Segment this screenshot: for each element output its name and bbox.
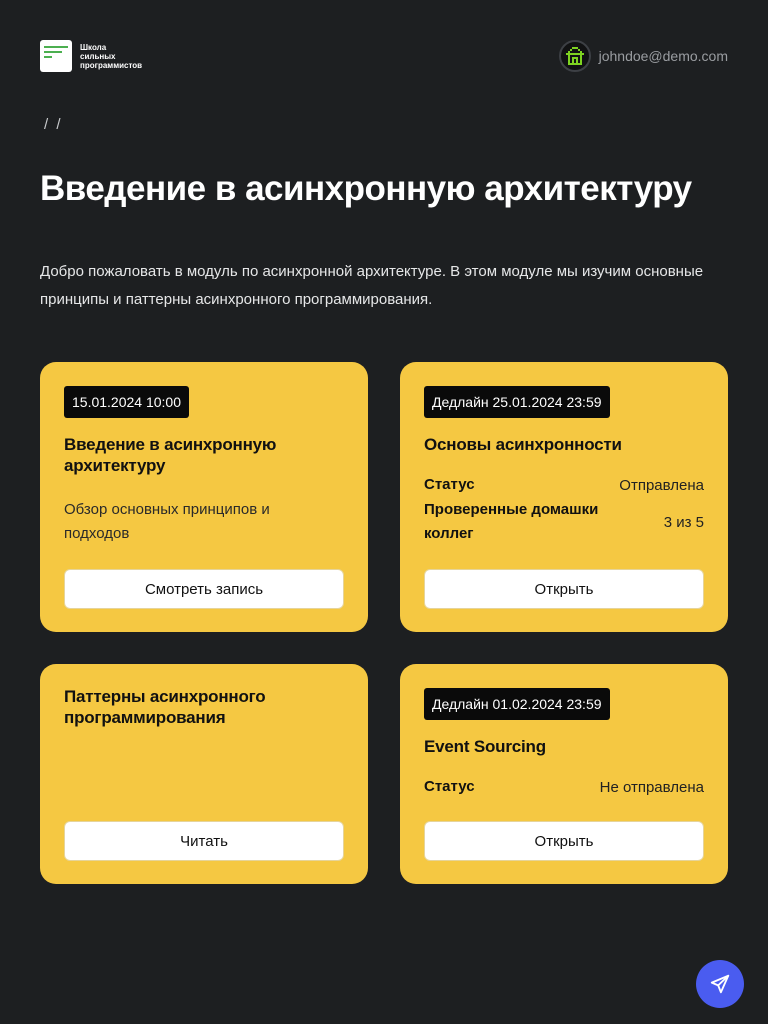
avatar[interactable]	[558, 40, 591, 72]
status-label: Статус	[424, 778, 475, 795]
page-title: Введение в асинхронную архитектуру	[40, 169, 692, 208]
breadcrumb[interactable]: / /	[44, 116, 63, 133]
open-button[interactable]: Открыть	[424, 821, 704, 861]
homework-card: Дедлайн 01.02.2024 23:59 Event Sourcing …	[400, 664, 728, 884]
logo-icon	[40, 40, 72, 72]
telegram-button[interactable]	[696, 960, 744, 1008]
status-value: Отправлена	[619, 476, 704, 494]
pixel-house-icon	[565, 47, 584, 65]
card-title: Event Sourcing	[424, 737, 546, 756]
send-icon	[710, 974, 730, 994]
logo-text: Школа сильных программистов	[80, 42, 143, 70]
status-value: Не отправлена	[599, 778, 704, 796]
deadline-badge: Дедлайн 01.02.2024 23:59	[424, 688, 610, 720]
date-badge: 15.01.2024 10:00	[64, 386, 189, 418]
status-label: Статус	[424, 476, 475, 493]
card-title: Введение в асинхронную архитектуру	[64, 435, 277, 475]
read-button[interactable]: Читать	[64, 821, 344, 861]
card-title: Основы асинхронности	[424, 435, 622, 454]
top-bar: Школа сильных программистов johndoe@demo…	[40, 40, 728, 72]
open-button[interactable]: Открыть	[424, 569, 704, 609]
lesson-card: 15.01.2024 10:00 Введение в асинхронную …	[40, 362, 368, 632]
card-title: Паттерны асинхронного программирования	[64, 687, 266, 727]
reviews-value: 3 из 5	[663, 513, 704, 531]
user-email[interactable]: johndoe@demo.com	[599, 48, 728, 64]
status-row: Статус Отправлена	[424, 473, 704, 497]
watch-recording-button[interactable]: Смотреть запись	[64, 569, 344, 609]
card-description: Обзор основных принципов и подходов	[64, 501, 270, 542]
reading-card: Паттерны асинхронного программирования Ч…	[40, 664, 368, 884]
user-menu[interactable]: johndoe@demo.com	[558, 40, 728, 72]
status-row: Статус Не отправлена	[424, 775, 704, 799]
school-logo[interactable]: Школа сильных программистов	[40, 40, 170, 72]
reviews-label: Проверенные домашки коллег	[424, 501, 599, 542]
homework-card: Дедлайн 25.01.2024 23:59 Основы асинхрон…	[400, 362, 728, 632]
reviews-row: Проверенные домашки коллег 3 из 5	[424, 498, 704, 546]
module-intro: Добро пожаловать в модуль по асинхронной…	[40, 263, 704, 308]
deadline-badge: Дедлайн 25.01.2024 23:59	[424, 386, 610, 418]
